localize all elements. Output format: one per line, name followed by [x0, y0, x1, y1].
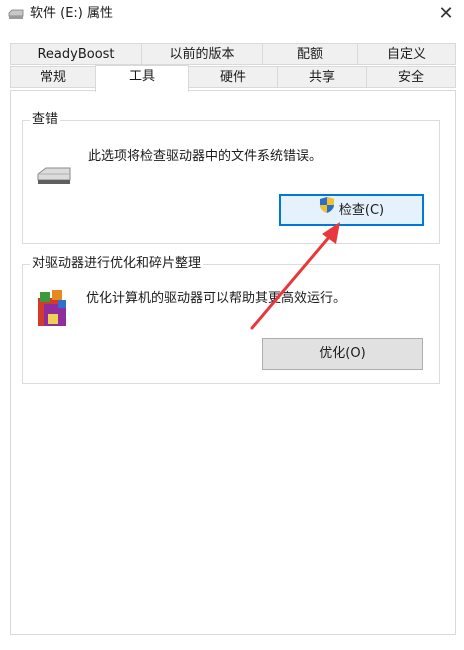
- window-title: 软件 (E:) 属性: [30, 6, 114, 21]
- tab-customize[interactable]: 自定义: [357, 43, 456, 65]
- close-icon: ✕: [438, 3, 454, 24]
- tab-security[interactable]: 安全: [366, 66, 456, 88]
- tab-readyboost[interactable]: ReadyBoost: [10, 43, 142, 65]
- optimize-title: 对驱动器进行优化和碎片整理: [30, 256, 204, 272]
- check-button[interactable]: 检查(C): [279, 194, 424, 226]
- check-button-label: 检查(C): [338, 202, 385, 218]
- tab-tools[interactable]: 工具: [95, 65, 189, 92]
- hard-drive-icon: [36, 166, 72, 190]
- tab-hardware[interactable]: 硬件: [188, 66, 278, 88]
- tab-general[interactable]: 常规: [10, 66, 96, 88]
- optimize-button[interactable]: 优化(O): [262, 338, 423, 370]
- shield-icon: [319, 196, 335, 225]
- tab-previous-versions[interactable]: 以前的版本: [141, 43, 263, 65]
- close-button[interactable]: ✕: [428, 0, 464, 30]
- drive-icon: [8, 8, 24, 20]
- error-check-title: 查错: [30, 112, 61, 128]
- tab-quota[interactable]: 配额: [262, 43, 358, 65]
- tab-sharing[interactable]: 共享: [277, 66, 367, 88]
- title-bar: 软件 (E:) 属性 ✕: [0, 0, 464, 30]
- error-check-description: 此选项将检查驱动器中的文件系统错误。: [88, 149, 323, 164]
- optimize-description: 优化计算机的驱动器可以帮助其更高效运行。: [86, 291, 347, 306]
- defrag-icon: [36, 288, 70, 332]
- optimize-button-label: 优化(O): [319, 346, 366, 361]
